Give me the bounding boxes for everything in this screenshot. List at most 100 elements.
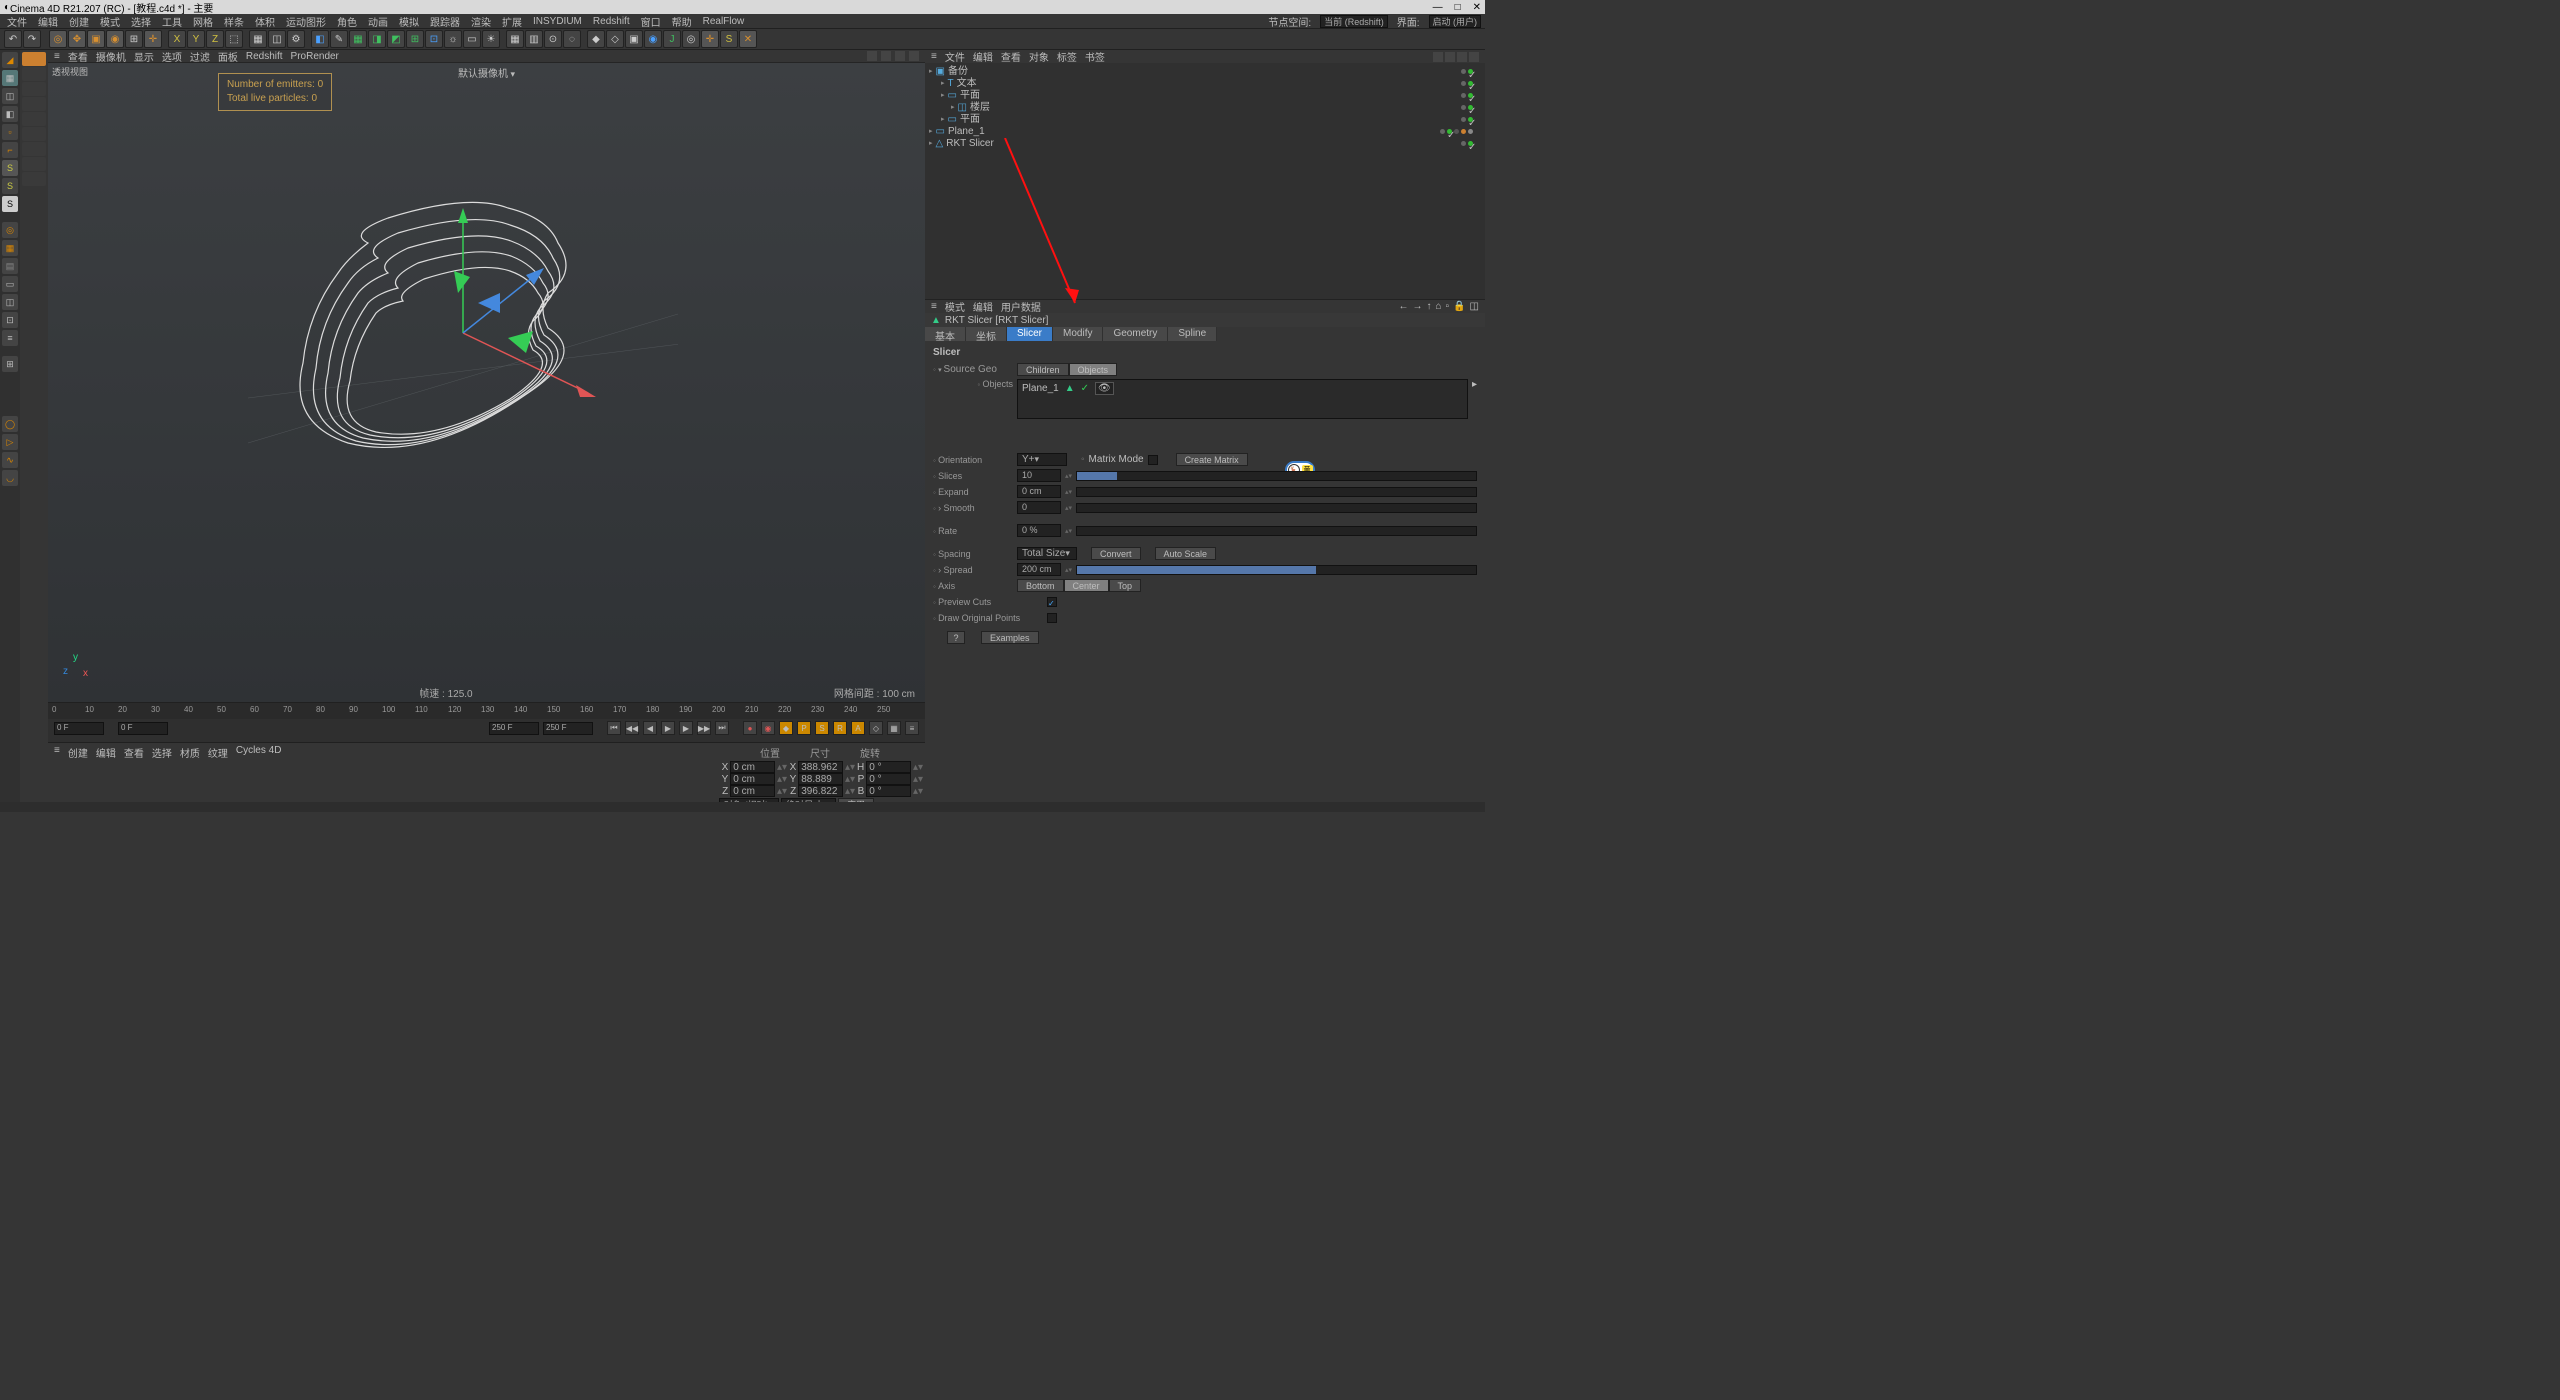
poly-mode[interactable]: S [2, 160, 18, 176]
jb-icon[interactable]: J [663, 30, 681, 48]
objects-arrow[interactable]: ▸ [1472, 379, 1477, 390]
light-icon[interactable]: ☀ [482, 30, 500, 48]
menu-simulate[interactable]: 模拟 [396, 14, 422, 29]
rotate-tool[interactable]: ◉ [106, 30, 124, 48]
select-tool[interactable]: ◎ [49, 30, 67, 48]
edge-mode[interactable]: ⌐ [2, 142, 18, 158]
tree-item[interactable]: ▸◫楼层✓ [929, 101, 1481, 113]
menu-insydium[interactable]: INSYDIUM [530, 16, 585, 27]
om-bookmarks[interactable]: 书签 [1085, 49, 1105, 64]
menu-file[interactable]: 文件 [4, 14, 30, 29]
tab-modify[interactable]: Modify [1053, 327, 1103, 341]
undo-button[interactable]: ↶ [4, 30, 22, 48]
ico1[interactable]: ▤ [2, 258, 18, 274]
menu-window[interactable]: 窗口 [638, 14, 664, 29]
xp5[interactable] [22, 112, 46, 126]
grid-snap[interactable]: ▦ [506, 30, 524, 48]
mm-create[interactable]: 创建 [68, 745, 88, 757]
om-tags[interactable]: 标签 [1057, 49, 1077, 64]
xp2[interactable] [22, 67, 46, 81]
am-mode[interactable]: 模式 [945, 299, 965, 314]
xp7[interactable] [22, 142, 46, 156]
slices-field[interactable]: 10 [1017, 469, 1061, 482]
mm-view[interactable]: 查看 [124, 745, 144, 757]
menu-help[interactable]: 帮助 [669, 14, 695, 29]
menu-tracker[interactable]: 跟踪器 [427, 14, 463, 29]
ico4[interactable]: ⊡ [2, 312, 18, 328]
sourcegeo-children[interactable]: Children [1017, 363, 1069, 376]
extra3-icon[interactable]: ▣ [625, 30, 643, 48]
s-mode[interactable]: S [2, 196, 18, 212]
s-icon[interactable]: S [720, 30, 738, 48]
workplane-mode[interactable]: ◧ [2, 106, 18, 122]
timeline-ruler[interactable]: 0102030405060708090100110120130140150160… [48, 703, 925, 719]
am-lock2-icon[interactable]: 🔒 [1453, 301, 1465, 312]
recent-tool[interactable]: ⊞ [125, 30, 143, 48]
tab-slicer[interactable]: Slicer [1007, 327, 1053, 341]
rate-field[interactable]: 0 % [1017, 524, 1061, 537]
frame-end[interactable]: 250 F [489, 722, 539, 735]
om-view[interactable]: 查看 [1001, 49, 1021, 64]
coord-sys[interactable]: ⬚ [225, 30, 243, 48]
om-i1[interactable] [1433, 52, 1443, 62]
x-axis-lock[interactable]: X [168, 30, 186, 48]
cube-primitive[interactable]: ◧ [311, 30, 329, 48]
make-editable[interactable]: ◢ [2, 52, 18, 68]
om-file[interactable]: 文件 [945, 49, 965, 64]
vp-camera[interactable]: 摄像机 [96, 49, 126, 64]
vp-display[interactable]: 显示 [134, 49, 154, 64]
vp-nav3[interactable] [895, 51, 905, 61]
tab-basic[interactable]: 基本 [925, 327, 966, 341]
ico3[interactable]: ◫ [2, 294, 18, 310]
viewport-3d[interactable]: 透视视图 默认摄像机 ▾ Number of emitters: 0 Total… [48, 63, 925, 702]
point-mode[interactable]: ▫ [2, 124, 18, 140]
spread-field[interactable]: 200 cm [1017, 563, 1061, 576]
y-axis-lock[interactable]: Y [187, 30, 205, 48]
environment-icon[interactable]: ☼ [444, 30, 462, 48]
z-axis-lock[interactable]: Z [206, 30, 224, 48]
tab-spline[interactable]: Spline [1168, 327, 1217, 341]
mm-cycles[interactable]: Cycles 4D [236, 745, 282, 757]
move-tool[interactable]: ✥ [68, 30, 86, 48]
vp-nav1[interactable] [867, 51, 877, 61]
xp6[interactable] [22, 127, 46, 141]
menu-redshift[interactable]: Redshift [590, 16, 633, 27]
key-pt[interactable]: ◇ [869, 721, 883, 735]
sel-poly[interactable]: ◡ [2, 470, 18, 486]
menu-character[interactable]: 角色 [334, 14, 360, 29]
record-key[interactable]: ● [743, 721, 757, 735]
extra6-icon[interactable]: ✕ [739, 30, 757, 48]
vp-options[interactable]: 选项 [162, 49, 182, 64]
autokey[interactable]: ◉ [761, 721, 775, 735]
menu-extensions[interactable]: 扩展 [499, 14, 525, 29]
axis-bottom[interactable]: Bottom [1017, 579, 1064, 592]
slices-slider[interactable] [1076, 471, 1477, 481]
tree-item[interactable]: ▸△RKT Slicer✓ [929, 137, 1481, 149]
vp-nav4[interactable] [909, 51, 919, 61]
deformer-icon[interactable]: ⊡ [425, 30, 443, 48]
mm-select[interactable]: 选择 [152, 745, 172, 757]
om-edit[interactable]: 编辑 [973, 49, 993, 64]
matrixmode-checkbox[interactable] [1148, 455, 1158, 465]
expand-slider[interactable] [1076, 487, 1477, 497]
menu-edit[interactable]: 编辑 [35, 14, 61, 29]
sourcegeo-objects[interactable]: Objects [1069, 363, 1118, 376]
tab-geometry[interactable]: Geometry [1103, 327, 1168, 341]
ico2[interactable]: ▭ [2, 276, 18, 292]
smooth-slider[interactable] [1076, 503, 1477, 513]
tree-item[interactable]: ▸▭平面✓ [929, 89, 1481, 101]
am-back[interactable]: ← [1399, 301, 1409, 312]
coord-row[interactable]: Z0 cm▴▾Z396.822 cm▴▾B0 °▴▾ [719, 785, 921, 797]
mm-texture[interactable]: 纹理 [208, 745, 228, 757]
draworig-checkbox[interactable] [1047, 613, 1057, 623]
objects-dropzone[interactable]: Plane_1 ▲ ✓ 👁 [1017, 379, 1468, 419]
tree-item[interactable]: ▸▭平面✓ [929, 113, 1481, 125]
render-region[interactable]: ◫ [268, 30, 286, 48]
camera-icon[interactable]: ▭ [463, 30, 481, 48]
om-i4[interactable] [1469, 52, 1479, 62]
frame-start[interactable]: 0 F [54, 722, 104, 735]
om-i3[interactable] [1457, 52, 1467, 62]
key-p[interactable]: P [797, 721, 811, 735]
extra2-icon[interactable]: ◇ [606, 30, 624, 48]
render-view[interactable]: ▦ [249, 30, 267, 48]
